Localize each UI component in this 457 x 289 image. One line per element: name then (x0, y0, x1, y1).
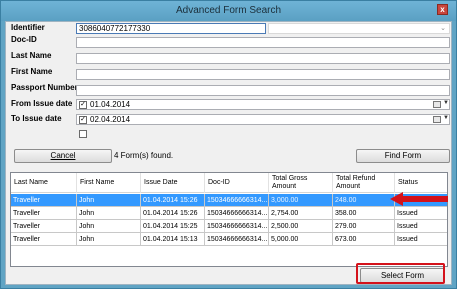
to-date-picker[interactable] (76, 114, 450, 125)
column-header-total-gross[interactable]: Total Gross Amount (269, 173, 333, 193)
identifier-input[interactable]: 3086040772177330 (76, 23, 266, 34)
cell-first-name: John (77, 233, 141, 246)
cell-doc-id: 15034666666314... (205, 194, 269, 207)
dialog-body: Identifier Doc-ID Last Name First Name P… (5, 21, 452, 285)
identifier-dropdown[interactable]: ⌄ (268, 23, 450, 34)
lastname-input[interactable] (76, 53, 450, 64)
from-issue-date-label: From Issue date (11, 99, 73, 108)
table-row[interactable]: Traveller John 01.04.2014 15:13 15034666… (11, 233, 447, 246)
exact-match-checkbox[interactable] (79, 130, 87, 138)
cell-doc-id: 15034666666314... (205, 233, 269, 246)
cell-total-refund: 248.00 (333, 194, 395, 207)
window-title: Advanced Form Search (175, 5, 282, 16)
cell-last-name: Traveller (11, 207, 77, 220)
results-grid[interactable]: Last Name First Name Issue Date Doc-ID T… (10, 172, 448, 267)
lastname-label: Last Name (11, 51, 52, 60)
docid-input[interactable] (76, 37, 450, 48)
close-button[interactable]: x (437, 4, 448, 15)
cell-total-gross: 5,000.00 (269, 233, 333, 246)
cell-status: Issued (397, 236, 418, 243)
forms-found-status: 4 Form(s) found. (114, 151, 174, 160)
cell-issue-date: 01.04.2014 15:26 (141, 194, 205, 207)
annotation-arrow-icon (390, 192, 448, 206)
cancel-button[interactable]: Cancel (14, 149, 112, 163)
column-header-total-refund[interactable]: Total Refund Amount (333, 173, 395, 193)
cell-first-name: John (77, 207, 141, 220)
calendar-icon[interactable] (433, 116, 441, 123)
cell-total-refund: 358.00 (333, 207, 395, 220)
cell-first-name: John (77, 220, 141, 233)
column-header-first-name[interactable]: First Name (77, 173, 141, 193)
column-header-last-name[interactable]: Last Name (11, 173, 77, 193)
cell-first-name: John (77, 194, 141, 207)
cell-issue-date: 01.04.2014 15:25 (141, 220, 205, 233)
from-date-checkbox[interactable]: ✓ (79, 101, 87, 109)
cell-total-gross: 2,500.00 (269, 220, 333, 233)
advanced-form-search-window: Advanced Form Search x Identifier Doc-ID… (0, 0, 457, 289)
cell-issue-date: 01.04.2014 15:13 (141, 233, 205, 246)
cell-doc-id: 15034666666314... (205, 207, 269, 220)
column-header-doc-id[interactable]: Doc-ID (205, 173, 269, 193)
find-form-button[interactable]: Find Form (356, 149, 450, 163)
firstname-input[interactable] (76, 69, 450, 80)
cell-total-gross: 3,000.00 (269, 194, 333, 207)
cancel-label: Cancel (50, 151, 76, 160)
dropdown-arrow-icon[interactable]: ▼ (443, 115, 449, 121)
cell-status: Issued (397, 223, 418, 230)
cell-issue-date: 01.04.2014 15:26 (141, 207, 205, 220)
passport-label: Passport Number (11, 83, 78, 92)
cell-last-name: Traveller (11, 233, 77, 246)
cell-total-refund: 279.00 (333, 220, 395, 233)
cell-doc-id: 15034666666314... (205, 220, 269, 233)
cell-last-name: Traveller (11, 220, 77, 233)
column-header-status[interactable]: Status (395, 173, 447, 193)
annotation-highlight-box (356, 263, 445, 284)
column-header-issue-date[interactable]: Issue Date (141, 173, 205, 193)
dropdown-arrow-icon[interactable]: ▼ (443, 100, 449, 106)
cell-status: Issued (397, 210, 418, 217)
from-date-picker[interactable] (76, 99, 450, 110)
to-issue-date-label: To Issue date (11, 114, 62, 123)
find-form-label: Find Form (384, 151, 422, 160)
to-date-value: 02.04.2014 (90, 115, 131, 124)
title-bar[interactable]: Advanced Form Search x (1, 1, 456, 21)
identifier-label: Identifier (11, 23, 45, 32)
calendar-icon[interactable] (433, 101, 441, 108)
firstname-label: First Name (11, 67, 53, 76)
from-date-value: 01.04.2014 (90, 100, 131, 109)
grid-header: Last Name First Name Issue Date Doc-ID T… (11, 173, 447, 193)
table-row[interactable]: Traveller John 01.04.2014 15:26 15034666… (11, 194, 447, 207)
cell-total-refund: 673.00 (333, 233, 395, 246)
chevron-down-icon: ⌄ (440, 25, 446, 32)
table-row[interactable]: Traveller John 01.04.2014 15:26 15034666… (11, 207, 447, 220)
passport-input[interactable] (76, 85, 450, 96)
cell-last-name: Traveller (11, 194, 77, 207)
cell-total-gross: 2,754.00 (269, 207, 333, 220)
docid-label: Doc-ID (11, 35, 37, 44)
to-date-checkbox[interactable]: ✓ (79, 116, 87, 124)
table-row[interactable]: Traveller John 01.04.2014 15:25 15034666… (11, 220, 447, 233)
